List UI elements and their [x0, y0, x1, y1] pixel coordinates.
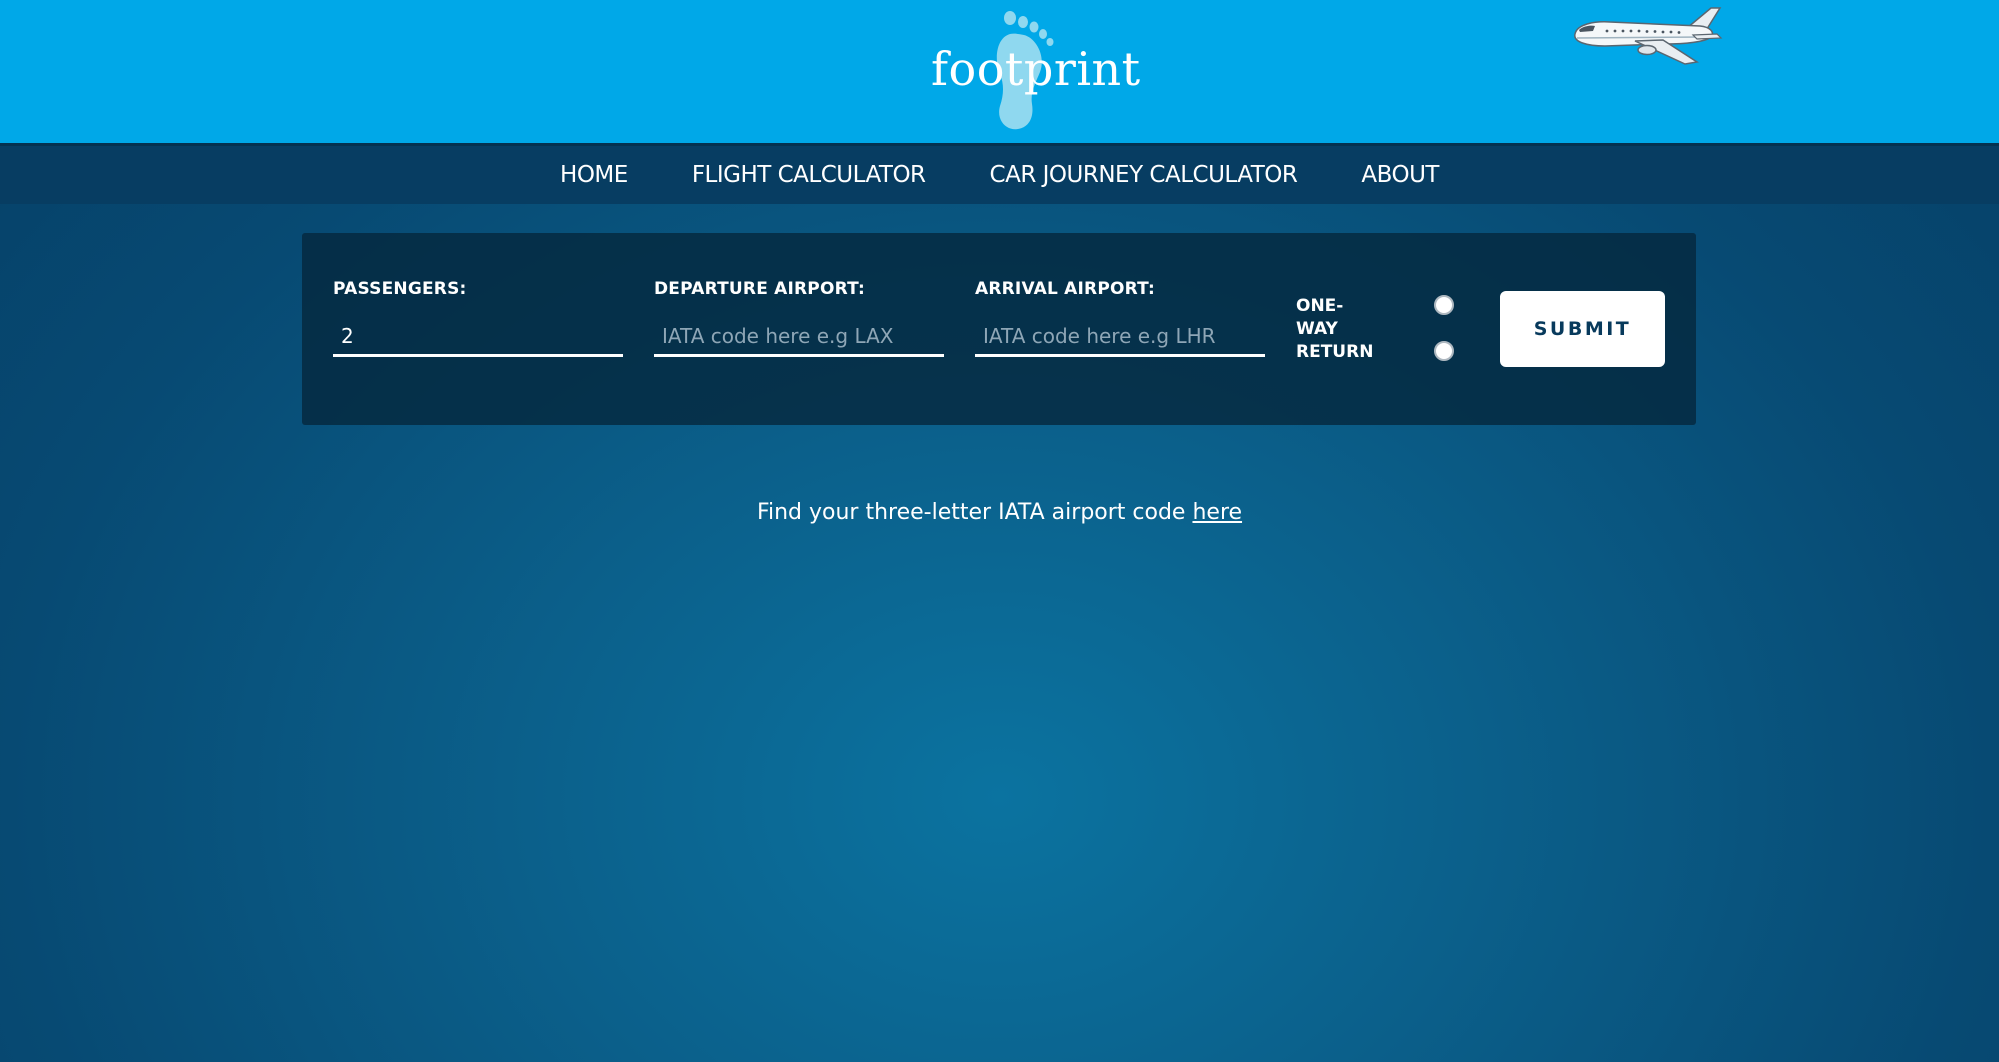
passengers-label: PASSENGERS: [333, 279, 467, 299]
nav-item-car-journey-calculator[interactable]: CAR JOURNEY CALCULATOR [990, 162, 1298, 188]
one-way-radio[interactable] [1434, 295, 1454, 315]
passengers-field: PASSENGERS: [333, 279, 623, 357]
passengers-input[interactable] [333, 317, 623, 357]
nav-item-flight-calculator[interactable]: FLIGHT CALCULATOR [692, 162, 926, 188]
main-nav: HOME FLIGHT CALCULATOR CAR JOURNEY CALCU… [0, 143, 1999, 204]
arrival-input[interactable] [975, 317, 1265, 357]
site-header: footprint [0, 0, 1999, 143]
iata-help-line: Find your three-letter IATA airport code… [0, 500, 1999, 525]
arrival-label: ARRIVAL AIRPORT: [975, 279, 1156, 299]
departure-label: DEPARTURE AIRPORT: [654, 279, 866, 299]
departure-input[interactable] [654, 317, 944, 357]
arrival-field: ARRIVAL AIRPORT: [975, 279, 1265, 357]
return-label: RETURN [1296, 342, 1374, 362]
one-way-label: ONE-WAY [1296, 296, 1344, 339]
submit-button[interactable]: SUBMIT [1500, 291, 1665, 367]
airplane-icon [1574, 7, 1723, 65]
departure-field: DEPARTURE AIRPORT: [654, 279, 944, 357]
iata-help-text: Find your three-letter IATA airport code [756, 500, 1193, 525]
nav-item-home[interactable]: HOME [560, 162, 628, 188]
logo-text: footprint [931, 42, 1141, 96]
flight-form: PASSENGERS: DEPARTURE AIRPORT: ARRIVAL A… [302, 233, 1696, 425]
nav-item-about[interactable]: ABOUT [1361, 162, 1439, 188]
nav-items: HOME FLIGHT CALCULATOR CAR JOURNEY CALCU… [0, 146, 1999, 204]
return-radio[interactable] [1434, 341, 1454, 361]
iata-help-link[interactable]: here [1192, 500, 1242, 525]
site-logo[interactable]: footprint [924, 8, 1164, 133]
trip-type-labels: ONE-WAY RETURN [1296, 295, 1396, 364]
